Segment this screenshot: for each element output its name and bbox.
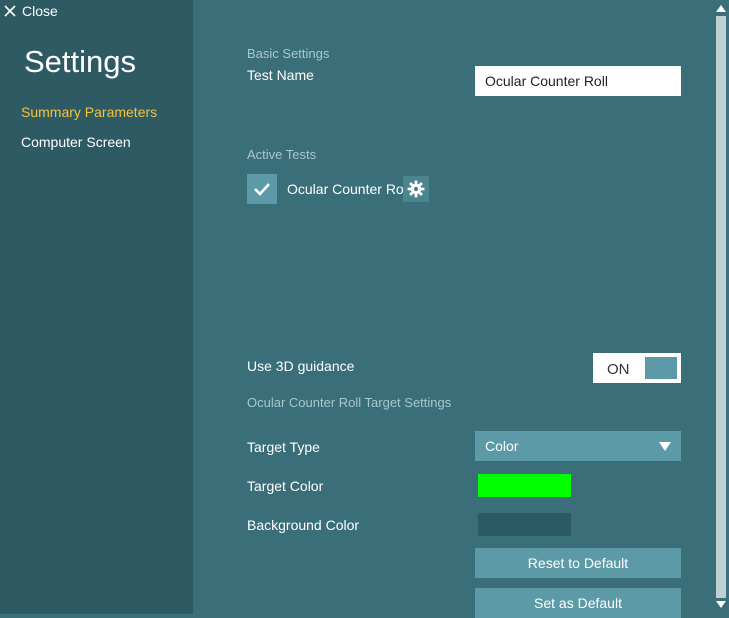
ocular-counter-roll-settings-button[interactable] <box>403 176 429 202</box>
test-name-input[interactable] <box>475 66 681 96</box>
test-name-label: Test Name <box>247 67 314 83</box>
use-3d-guidance-toggle[interactable]: ON <box>593 353 681 383</box>
basic-settings-header: Basic Settings <box>247 46 330 61</box>
target-settings-header: Ocular Counter Roll Target Settings <box>247 395 452 410</box>
toggle-state-text: ON <box>607 361 630 378</box>
scroll-up-button[interactable] <box>713 2 729 14</box>
use-3d-guidance-label: Use 3D guidance <box>247 358 355 374</box>
arrow-down-icon <box>716 600 726 608</box>
background-color-swatch[interactable] <box>478 513 571 536</box>
background-color-label: Background Color <box>247 517 360 533</box>
page-title: Settings <box>24 44 137 79</box>
triangle-down-icon <box>659 441 671 451</box>
close-button[interactable]: Close <box>4 2 58 20</box>
ocular-counter-roll-label: Ocular Counter Roll <box>287 181 410 197</box>
vertical-scrollbar[interactable] <box>713 0 729 614</box>
gear-icon <box>407 180 425 198</box>
scrollbar-thumb[interactable] <box>716 16 726 598</box>
target-type-select[interactable]: Color <box>475 431 681 461</box>
target-type-value: Color <box>485 438 519 454</box>
sidebar-item-computer-screen[interactable]: Computer Screen <box>21 134 131 150</box>
active-tests-header: Active Tests <box>247 147 317 162</box>
scroll-down-button[interactable] <box>713 598 729 610</box>
close-label: Close <box>22 3 58 19</box>
sidebar: Close Settings Summary Parameters Comput… <box>0 0 193 614</box>
close-icon <box>4 5 16 17</box>
ocular-counter-roll-checkbox[interactable] <box>247 174 277 204</box>
target-color-label: Target Color <box>247 478 324 494</box>
settings-panel: Basic Settings Test Name Active Tests Oc… <box>193 0 713 618</box>
target-color-swatch[interactable] <box>478 474 571 497</box>
checkmark-icon <box>254 183 270 196</box>
arrow-up-icon <box>716 4 726 12</box>
toggle-thumb <box>645 357 677 379</box>
sidebar-item-summary-parameters[interactable]: Summary Parameters <box>21 104 157 120</box>
reset-to-default-button[interactable]: Reset to Default <box>475 548 681 578</box>
target-type-label: Target Type <box>247 439 320 455</box>
